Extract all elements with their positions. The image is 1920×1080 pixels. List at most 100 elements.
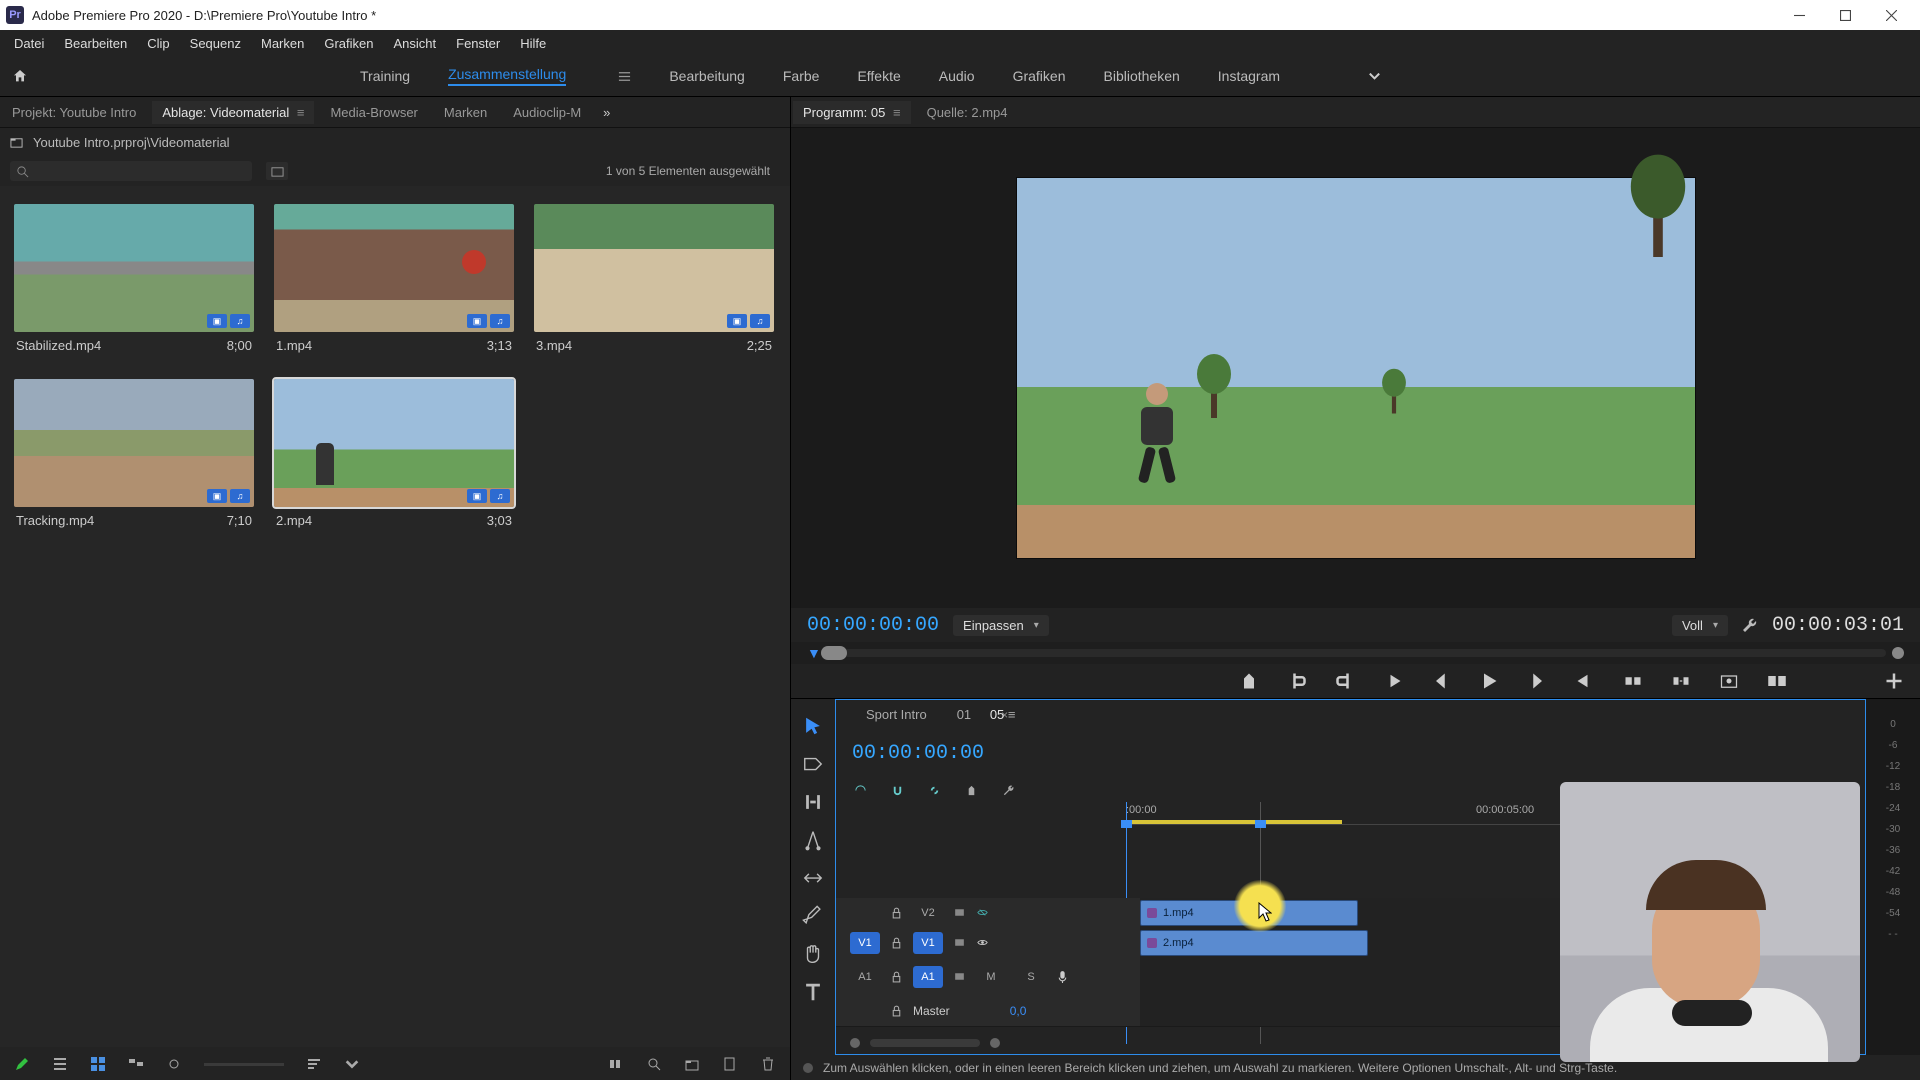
lock-icon[interactable] <box>890 970 903 983</box>
menu-bearbeiten[interactable]: Bearbeiten <box>54 30 137 56</box>
track-target-v1[interactable]: V1 <box>913 932 943 954</box>
mark-out-button[interactable] <box>1335 671 1355 691</box>
bin-icon[interactable] <box>10 136 23 149</box>
tab-audioclip[interactable]: Audioclip-M <box>503 101 591 124</box>
zoom-handle-left[interactable] <box>850 1038 860 1048</box>
toggle-track-output-icon[interactable] <box>976 936 989 949</box>
source-patch-a1[interactable]: A1 <box>850 966 880 988</box>
settings-wrench-icon[interactable] <box>1742 617 1758 633</box>
clip-item[interactable]: ▣♫ 3.mp42;25 <box>534 204 774 359</box>
new-bin-button[interactable] <box>684 1056 700 1072</box>
button-editor-plus-icon[interactable] <box>1884 671 1904 691</box>
workspace-menu-icon[interactable] <box>618 70 631 83</box>
tab-media-browser[interactable]: Media-Browser <box>320 101 427 124</box>
track-select-tool[interactable] <box>802 753 824 775</box>
automate-to-sequence-button[interactable] <box>608 1056 624 1072</box>
source-patch-v1[interactable]: V1 <box>850 932 880 954</box>
mute-button[interactable]: M <box>976 966 1006 988</box>
filter-bin-button[interactable] <box>266 162 288 180</box>
snap-toggle-icon[interactable] <box>891 784 904 797</box>
find-button[interactable] <box>646 1056 662 1072</box>
slip-tool[interactable] <box>802 867 824 889</box>
menu-clip[interactable]: Clip <box>137 30 179 56</box>
step-forward-button[interactable] <box>1527 671 1547 691</box>
panel-menu-icon[interactable]: ≡ <box>1008 707 1016 722</box>
add-marker-icon[interactable] <box>965 784 978 797</box>
hand-tool[interactable] <box>802 943 824 965</box>
timeline-timecode[interactable]: 00:00:00:00 <box>852 742 984 765</box>
selection-tool[interactable] <box>802 715 824 737</box>
tab-projekt[interactable]: Projekt: Youtube Intro <box>2 101 146 124</box>
clip-thumbnail[interactable]: ▣♫ <box>534 204 774 332</box>
scrub-end-handle[interactable] <box>1892 647 1904 659</box>
panel-menu-icon[interactable]: ≡ <box>889 105 900 120</box>
work-area-bar[interactable] <box>1126 820 1342 824</box>
sequence-tab[interactable]: Sport Intro <box>866 707 927 722</box>
clip-thumbnail[interactable]: ▣♫ <box>14 379 254 507</box>
list-view-button[interactable] <box>52 1056 68 1072</box>
program-timecode-left[interactable]: 00:00:00:00 <box>807 614 939 637</box>
workspace-training[interactable]: Training <box>360 68 410 84</box>
toggle-track-output-icon[interactable] <box>976 906 989 919</box>
scrub-track[interactable] <box>821 649 1886 657</box>
voiceover-record-icon[interactable] <box>1056 970 1069 983</box>
clip-item[interactable]: ▣♫ Tracking.mp47;10 <box>14 379 254 534</box>
add-marker-button[interactable] <box>1239 671 1259 691</box>
search-input[interactable] <box>10 161 252 181</box>
mark-in-button[interactable] <box>1287 671 1307 691</box>
panel-menu-icon[interactable]: ≡ <box>293 105 304 120</box>
workspace-instagram[interactable]: Instagram <box>1218 68 1280 84</box>
sort-dropdown-icon[interactable] <box>344 1056 360 1072</box>
clip-thumbnail[interactable]: ▣♫ <box>14 204 254 332</box>
tab-programm[interactable]: Programm: 05 ≡ <box>793 101 911 124</box>
timeline-clip[interactable]: 1.mp4 <box>1140 900 1358 926</box>
menu-ansicht[interactable]: Ansicht <box>383 30 446 56</box>
solo-button[interactable]: S <box>1016 966 1046 988</box>
sync-lock-icon[interactable] <box>953 970 966 983</box>
sequence-tab[interactable]: 05 <box>990 707 1004 722</box>
tab-ablage[interactable]: Ablage: Videomaterial ≡ <box>152 101 314 124</box>
workspace-overflow-icon[interactable] <box>1368 70 1381 83</box>
new-item-button[interactable] <box>722 1056 738 1072</box>
timeline-wrench-icon[interactable] <box>1002 784 1015 797</box>
ripple-edit-tool[interactable] <box>802 791 824 813</box>
zoom-slider[interactable] <box>204 1063 284 1066</box>
step-back-button[interactable] <box>1431 671 1451 691</box>
sort-button[interactable] <box>306 1056 322 1072</box>
track-target-v2[interactable]: V2 <box>913 902 943 924</box>
workspace-bibliotheken[interactable]: Bibliotheken <box>1104 68 1180 84</box>
menu-datei[interactable]: Datei <box>4 30 54 56</box>
source-patch-v2[interactable] <box>850 902 880 924</box>
sync-lock-icon[interactable] <box>953 906 966 919</box>
clip-item[interactable]: ▣♫ Stabilized.mp48;00 <box>14 204 254 359</box>
menu-fenster[interactable]: Fenster <box>446 30 510 56</box>
extract-button[interactable] <box>1671 671 1691 691</box>
go-to-out-button[interactable] <box>1575 671 1595 691</box>
workspace-effekte[interactable]: Effekte <box>857 68 900 84</box>
workspace-bearbeitung[interactable]: Bearbeitung <box>669 68 745 84</box>
timeline-clip[interactable]: 2.mp4 <box>1140 930 1368 956</box>
quality-dropdown[interactable]: Voll▾ <box>1672 615 1728 636</box>
zoom-slider-handle[interactable] <box>166 1056 182 1072</box>
clip-thumbnail[interactable]: ▣♫ <box>274 379 514 507</box>
play-button[interactable] <box>1479 671 1499 691</box>
delete-button[interactable] <box>760 1056 776 1072</box>
lock-icon[interactable] <box>890 906 903 919</box>
lift-button[interactable] <box>1623 671 1643 691</box>
workspace-grafiken[interactable]: Grafiken <box>1013 68 1066 84</box>
clip-thumbnail[interactable]: ▣♫ <box>274 204 514 332</box>
clip-item[interactable]: ▣♫ 2.mp43;03 <box>274 379 514 534</box>
tab-quelle[interactable]: Quelle: 2.mp4 <box>917 101 1018 124</box>
menu-marken[interactable]: Marken <box>251 30 314 56</box>
tab-marken[interactable]: Marken <box>434 101 497 124</box>
track-target-a1[interactable]: A1 <box>913 966 943 988</box>
comparison-view-button[interactable] <box>1767 671 1787 691</box>
bin-grid[interactable]: ▣♫ Stabilized.mp48;00 ▣♫ 1.mp43;13 ▣♫ 3.… <box>0 186 790 1047</box>
razor-tool[interactable] <box>802 829 824 851</box>
go-to-in-button[interactable] <box>1383 671 1403 691</box>
type-tool[interactable] <box>802 981 824 1003</box>
master-level[interactable]: 0,0 <box>1010 1004 1027 1018</box>
freeform-view-button[interactable] <box>128 1056 144 1072</box>
menu-sequenz[interactable]: Sequenz <box>180 30 251 56</box>
sequence-tab[interactable]: 01 <box>957 707 971 722</box>
